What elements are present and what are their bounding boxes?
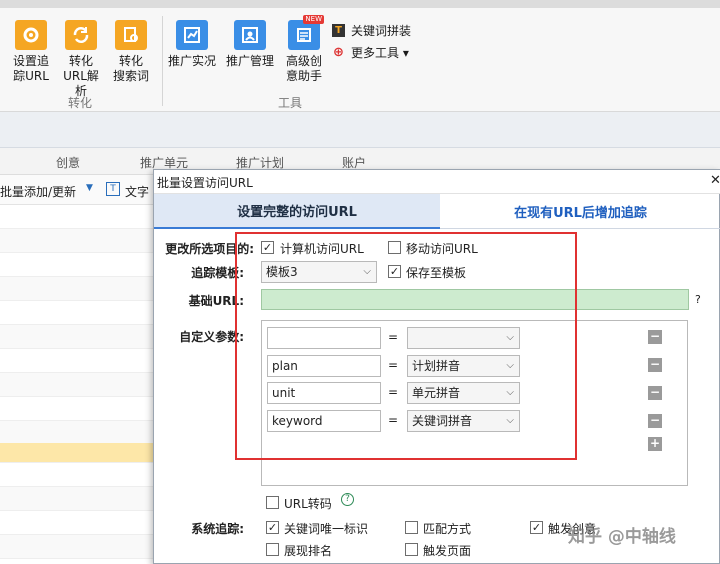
show-rank-checkbox[interactable] [266, 543, 279, 556]
url-transcode-checkbox[interactable] [266, 496, 279, 509]
table-row[interactable] [0, 511, 155, 535]
table-row[interactable] [0, 373, 155, 397]
promotion-live-label: 推广实况 [168, 54, 217, 68]
gear-icon [15, 20, 47, 50]
sub-toolbar [0, 112, 720, 148]
keyword-assemble-label: 关键词拼装 [351, 24, 412, 38]
plus-circle-icon: ⊕ [333, 45, 344, 60]
promotion-live-button[interactable]: 推广实况 [168, 20, 216, 69]
table-row[interactable] [0, 253, 155, 277]
trigger-page-label: 触发页面 [423, 544, 472, 558]
table-row[interactable] [0, 397, 155, 421]
table-row[interactable] [0, 205, 155, 229]
text-button[interactable]: 文字 [125, 183, 149, 200]
close-icon[interactable]: ✕ [710, 173, 720, 188]
text-icon: T [106, 182, 120, 196]
dialog-title: 批量设置访问URL [157, 176, 253, 190]
keyword-id-checkbox[interactable]: ✓ [266, 521, 279, 534]
conversion-url-parse-button[interactable]: 转化 URL解析 [58, 20, 104, 99]
more-tools-label: 更多工具 ▾ [351, 46, 409, 60]
new-badge: NEW [303, 15, 324, 24]
base-url-label: 基础URL: [188, 294, 244, 308]
remove-param-icon[interactable]: − [648, 330, 662, 344]
manage-icon [234, 20, 266, 50]
advanced-creative-assistant-button[interactable]: NEW 高级创 意助手 [282, 15, 326, 84]
remove-param-icon[interactable]: − [648, 358, 662, 372]
table-row[interactable] [0, 421, 155, 445]
document-search-icon [115, 20, 147, 50]
ribbon-divider [162, 16, 163, 106]
trigger-creative-checkbox[interactable]: ✓ [530, 521, 543, 534]
remove-param-icon[interactable]: − [648, 386, 662, 400]
text-t-icon: T [332, 24, 345, 37]
background-toolbar: 批量添加/更新 ▼ T 文字 [0, 175, 160, 205]
advanced-creative-assistant-label: 高级创 意助手 [285, 54, 322, 83]
conversion-search-term-label: 转化 搜索词 [112, 54, 149, 83]
more-tools-button[interactable]: ⊕ 更多工具 ▾ [332, 44, 409, 61]
keyword-id-label: 关键词唯一标识 [284, 522, 369, 536]
dropdown-arrow-icon[interactable]: ▼ [86, 183, 93, 193]
dialog-title-bar: 批量设置访问URL ✕ [154, 170, 720, 194]
help-icon[interactable]: ? [695, 293, 701, 306]
refresh-icon [65, 20, 97, 50]
ribbon-top-strip [0, 0, 720, 8]
group-label-conversion: 转化 [68, 96, 93, 110]
promotion-manage-button[interactable]: 推广管理 [226, 20, 274, 69]
table-row-selected[interactable] [0, 443, 155, 463]
creative-assistant-icon: NEW [288, 15, 324, 50]
custom-params-label: 自定义参数: [179, 330, 244, 344]
match-type-checkbox[interactable] [405, 521, 418, 534]
batch-add-update-button[interactable]: 批量添加/更新 [0, 183, 76, 200]
set-tracking-url-label: 设置追 踪URL [12, 54, 49, 83]
url-transcode-label: URL转码 [284, 497, 332, 511]
table-row[interactable] [0, 463, 155, 487]
tracking-template-label: 追踪模板: [191, 266, 244, 280]
show-rank-label: 展现排名 [284, 544, 333, 558]
highlight-annotation-box [235, 232, 577, 460]
tab-append-tracking[interactable]: 在现有URL后增加追踪 [440, 194, 720, 229]
table-row[interactable] [0, 325, 155, 349]
group-label-tools: 工具 [278, 96, 303, 110]
table-row[interactable] [0, 487, 155, 511]
system-tracking-label: 系统追踪: [191, 522, 244, 536]
help-icon[interactable]: ? [341, 493, 354, 506]
keyword-assemble-button[interactable]: T 关键词拼装 [332, 22, 411, 39]
table-row[interactable] [0, 229, 155, 253]
conversion-search-term-button[interactable]: 转化 搜索词 [108, 20, 154, 84]
set-tracking-url-button[interactable]: 设置追 踪URL [8, 20, 54, 84]
match-type-label: 匹配方式 [423, 522, 472, 536]
table-row[interactable] [0, 535, 155, 559]
tab-creative[interactable]: 创意 [56, 154, 80, 171]
table-row[interactable] [0, 301, 155, 325]
conversion-url-parse-label: 转化 URL解析 [63, 54, 99, 98]
tab-full-url[interactable]: 设置完整的访问URL [154, 194, 440, 229]
remove-param-icon[interactable]: − [648, 414, 662, 428]
trigger-page-checkbox[interactable] [405, 543, 418, 556]
promotion-manage-label: 推广管理 [226, 54, 275, 68]
watermark: 知乎 @中轴线 [568, 527, 676, 547]
table-row[interactable] [0, 277, 155, 301]
table-row[interactable] [0, 349, 155, 373]
chart-icon [176, 20, 208, 50]
add-param-icon[interactable]: + [648, 437, 662, 451]
